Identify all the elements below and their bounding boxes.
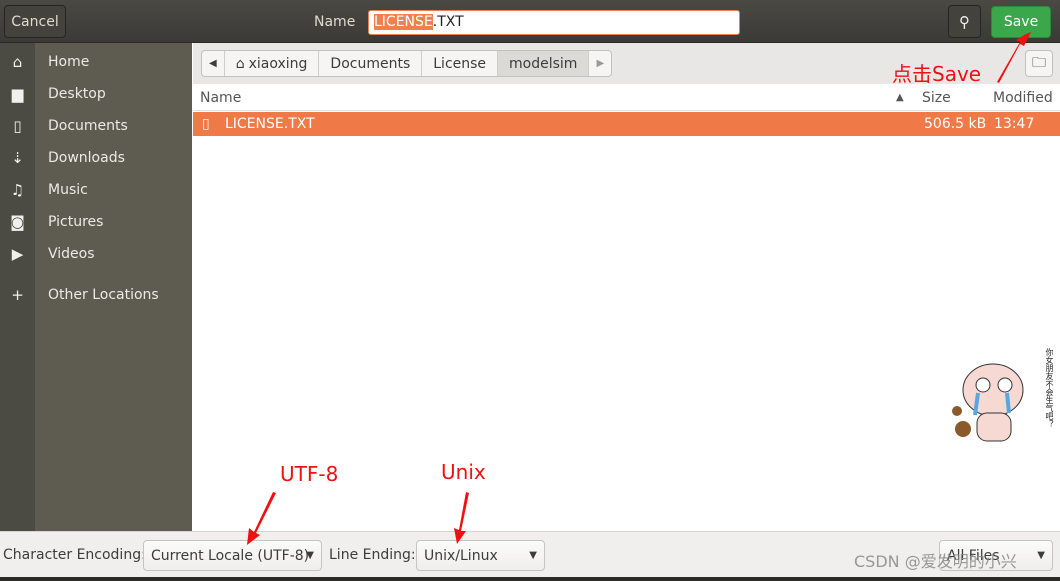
sidebar-item-downloads[interactable]: ⇣ Downloads [0, 142, 192, 174]
chevron-down-icon: ▼ [529, 550, 537, 561]
annotation-unix: Unix [441, 460, 486, 484]
sidebar-label: Videos [48, 246, 95, 262]
video-icon: ▶ [11, 245, 24, 263]
folder-icon: ▆ [11, 85, 24, 103]
pathbar-forward-arrow[interactable]: ▶ [589, 51, 611, 76]
file-size: 506.5 kB [924, 116, 987, 132]
column-size[interactable]: Size [922, 90, 951, 106]
chevron-down-icon: ▼ [306, 550, 314, 561]
document-icon: ▯ [13, 117, 22, 135]
sidebar-item-documents[interactable]: ▯ Documents [0, 110, 192, 142]
new-folder-button[interactable]: 🗀 [1025, 50, 1053, 77]
line-ending-label: Line Ending: [329, 547, 416, 563]
sidebar-label: Other Locations [48, 287, 159, 303]
sidebar-label: Downloads [48, 150, 125, 166]
sidebar-item-desktop[interactable]: ▆ Desktop [0, 78, 192, 110]
sidebar-label: Pictures [48, 214, 104, 230]
encoding-label: Character Encoding: [3, 547, 146, 563]
camera-icon: ◙ [10, 213, 25, 231]
line-ending-value: Unix/Linux [424, 547, 498, 564]
encoding-value: Current Locale (UTF-8) [151, 547, 310, 564]
chevron-down-icon: ▼ [1037, 550, 1045, 561]
header-bar: Cancel Name LICENSE.TXT ⚲ Save [0, 0, 1060, 43]
search-icon: ⚲ [959, 12, 970, 31]
annotation-utf8: UTF-8 [280, 462, 339, 486]
sidebar-item-music[interactable]: ♫ Music [0, 174, 192, 206]
search-button[interactable]: ⚲ [948, 5, 981, 38]
line-ending-dropdown[interactable]: Unix/Linux ▼ [416, 540, 545, 571]
filename-selected: LICENSE [374, 14, 433, 30]
download-icon: ⇣ [11, 149, 24, 167]
sticker-text: 你女朋友不会生气吧？ [1045, 348, 1054, 428]
sidebar-label: Desktop [48, 86, 106, 102]
path-modelsim[interactable]: modelsim [498, 51, 590, 76]
save-button[interactable]: Save [991, 6, 1051, 38]
watermark: CSDN @爱发明的小兴 [854, 552, 1017, 571]
sidebar-item-other-locations[interactable]: + Other Locations [0, 279, 192, 311]
file-row[interactable]: ▯ LICENSE.TXT 506.5 kB 13:47 [193, 112, 1060, 136]
encoding-dropdown[interactable]: Current Locale (UTF-8) ▼ [143, 540, 322, 571]
path-label: xiaoxing [248, 55, 308, 72]
filename-input[interactable]: LICENSE.TXT [368, 10, 740, 35]
file-icon: ▯ [202, 116, 210, 132]
cancel-button[interactable]: Cancel [4, 5, 66, 38]
sidebar-label: Documents [48, 118, 128, 134]
path-home[interactable]: ⌂ xiaoxing [225, 51, 320, 76]
column-headers: Name ▲ Size Modified [193, 84, 1060, 111]
annotation-save: 点击Save [892, 62, 982, 86]
window-edge [0, 577, 1060, 581]
sort-ascending-icon: ▲ [896, 92, 904, 103]
name-label: Name [314, 14, 356, 30]
column-modified[interactable]: Modified [993, 90, 1053, 106]
sidebar-label: Music [48, 182, 88, 198]
home-icon: ⌂ [235, 55, 245, 72]
plus-icon: + [11, 286, 24, 304]
pathbar-back-arrow[interactable]: ◀ [202, 51, 225, 76]
column-name[interactable]: Name [200, 90, 241, 106]
new-folder-icon: 🗀 [1032, 54, 1046, 71]
filename-rest: .TXT [432, 14, 464, 30]
sidebar-label: Home [48, 54, 90, 70]
sidebar-item-pictures[interactable]: ◙ Pictures [0, 206, 192, 238]
sticker-image [945, 345, 1060, 450]
sidebar-item-videos[interactable]: ▶ Videos [0, 238, 192, 270]
pathbar: ◀ ⌂ xiaoxing Documents License modelsim ▶ [201, 50, 613, 77]
home-icon: ⌂ [12, 53, 23, 71]
sidebar-item-home[interactable]: ⌂ Home [0, 46, 192, 78]
file-name: LICENSE.TXT [225, 116, 315, 132]
path-license[interactable]: License [422, 51, 499, 76]
path-documents[interactable]: Documents [319, 51, 423, 76]
music-icon: ♫ [10, 181, 25, 199]
file-modified: 13:47 [994, 116, 1035, 132]
